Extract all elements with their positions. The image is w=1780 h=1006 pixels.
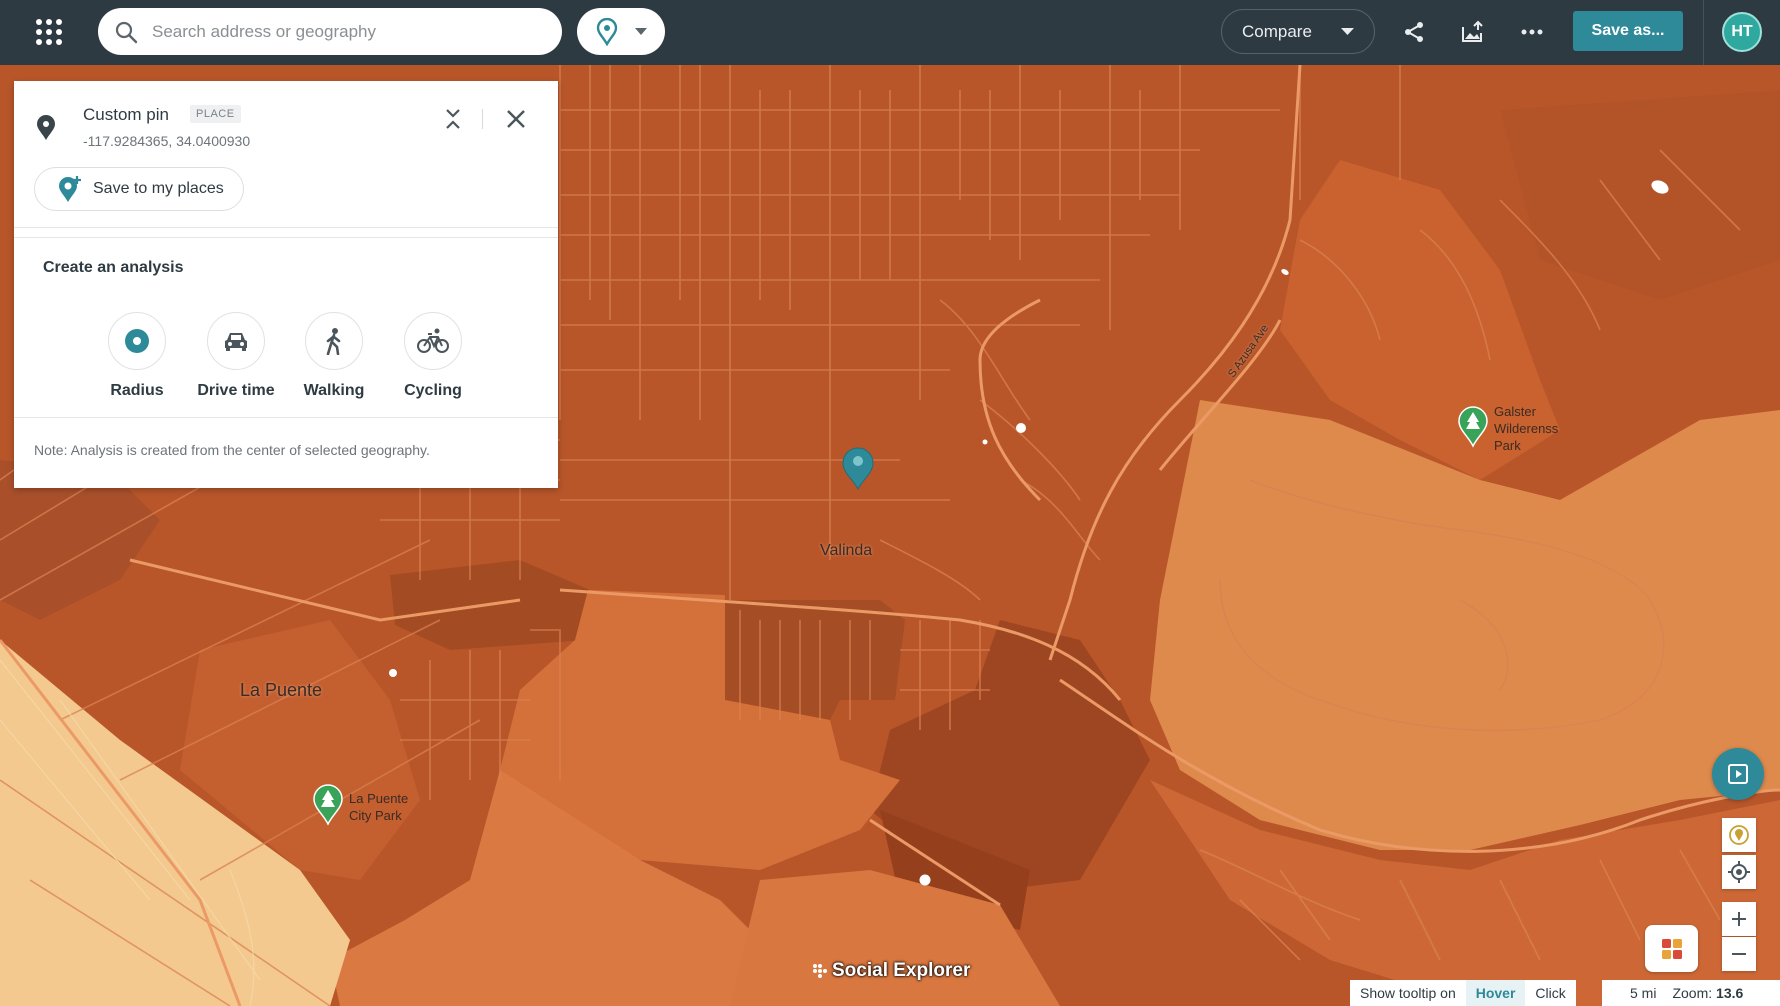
divider xyxy=(482,109,483,129)
map-label-la-puente-city-park: La Puente City Park xyxy=(349,791,409,823)
more-options-button[interactable] xyxy=(1518,18,1546,46)
zoom-out-button[interactable] xyxy=(1722,937,1756,971)
save-to-my-places-button[interactable]: Save to my places xyxy=(34,167,244,211)
search-box[interactable] xyxy=(98,8,562,55)
collapse-icon[interactable] xyxy=(442,107,464,131)
chevron-down-icon xyxy=(635,27,647,35)
divider xyxy=(1703,0,1704,65)
bicycle-icon xyxy=(417,328,449,353)
map-label-galster-park: Galster Wilderenss Park xyxy=(1494,404,1559,453)
analysis-note: Note: Analysis is created from the cente… xyxy=(34,442,430,458)
user-avatar[interactable]: HT xyxy=(1722,12,1762,52)
radius-analysis-button[interactable]: Radius xyxy=(89,312,185,400)
play-slide-icon xyxy=(1728,764,1748,784)
search-icon xyxy=(115,21,138,43)
map-marker-icon xyxy=(1729,825,1749,845)
tooltip-hover-option[interactable]: Hover xyxy=(1465,980,1526,1006)
top-bar: Compare Save as... HT xyxy=(0,0,1780,65)
share-icon xyxy=(1405,22,1423,42)
export-image-button[interactable] xyxy=(1459,18,1487,46)
tooltip-click-option[interactable]: Click xyxy=(1525,980,1575,1006)
locate-me-button[interactable] xyxy=(1722,855,1756,889)
social-explorer-logo: Social Explorer xyxy=(812,960,970,982)
chevron-down-icon xyxy=(1341,27,1354,35)
tooltip-mode-bar: Show tooltip on Hover Click xyxy=(1350,980,1576,1006)
presentation-button[interactable] xyxy=(1712,748,1764,800)
location-pin-icon xyxy=(596,17,618,46)
share-button[interactable] xyxy=(1400,18,1428,46)
map-label-la-puente: La Puente xyxy=(240,680,323,700)
legend-grid-icon xyxy=(1661,938,1682,959)
scale-label: 5 mi xyxy=(1630,985,1657,1001)
apps-grid-icon[interactable] xyxy=(36,19,62,45)
tooltip-label: Show tooltip on xyxy=(1360,985,1456,1001)
save-as-button[interactable]: Save as... xyxy=(1573,11,1683,51)
legend-toggle-button[interactable] xyxy=(1645,925,1698,972)
map-label-valinda: Valinda xyxy=(820,542,873,559)
crosshair-icon xyxy=(1728,861,1750,883)
zoom-in-button[interactable] xyxy=(1722,902,1756,936)
radius-icon xyxy=(125,329,149,353)
plus-icon xyxy=(1732,912,1746,926)
walking-analysis-button[interactable]: Walking xyxy=(286,312,382,400)
divider xyxy=(14,237,558,238)
zoom-level: Zoom: 13.6 xyxy=(1672,985,1744,1001)
search-input[interactable] xyxy=(152,21,532,42)
minus-icon xyxy=(1732,953,1746,955)
divider xyxy=(14,417,558,418)
panel-title: Custom pin xyxy=(83,105,169,124)
walking-icon xyxy=(326,328,341,355)
logo-dots-icon xyxy=(813,964,827,978)
divider xyxy=(14,227,558,228)
close-icon[interactable] xyxy=(504,107,528,131)
place-badge: PLACE xyxy=(190,105,241,123)
analysis-heading: Create an analysis xyxy=(43,259,184,276)
location-marker-button[interactable] xyxy=(1722,818,1756,852)
pin-selector-button[interactable] xyxy=(577,8,665,55)
image-export-icon xyxy=(1462,20,1483,42)
place-pin-icon xyxy=(37,115,55,140)
pin-coordinates: -117.9284365, 34.0400930 xyxy=(83,133,251,149)
more-dots-icon xyxy=(1521,29,1543,35)
compare-dropdown[interactable]: Compare xyxy=(1221,9,1375,54)
custom-pin-panel: Custom pin PLACE -117.9284365, 34.040093… xyxy=(14,81,558,488)
car-icon xyxy=(225,333,247,351)
add-place-icon xyxy=(59,176,81,202)
drive-time-analysis-button[interactable]: Drive time xyxy=(188,312,284,400)
scale-zoom-bar: 5 mi Zoom: 13.6 xyxy=(1602,980,1780,1006)
cycling-analysis-button[interactable]: Cycling xyxy=(385,312,481,400)
